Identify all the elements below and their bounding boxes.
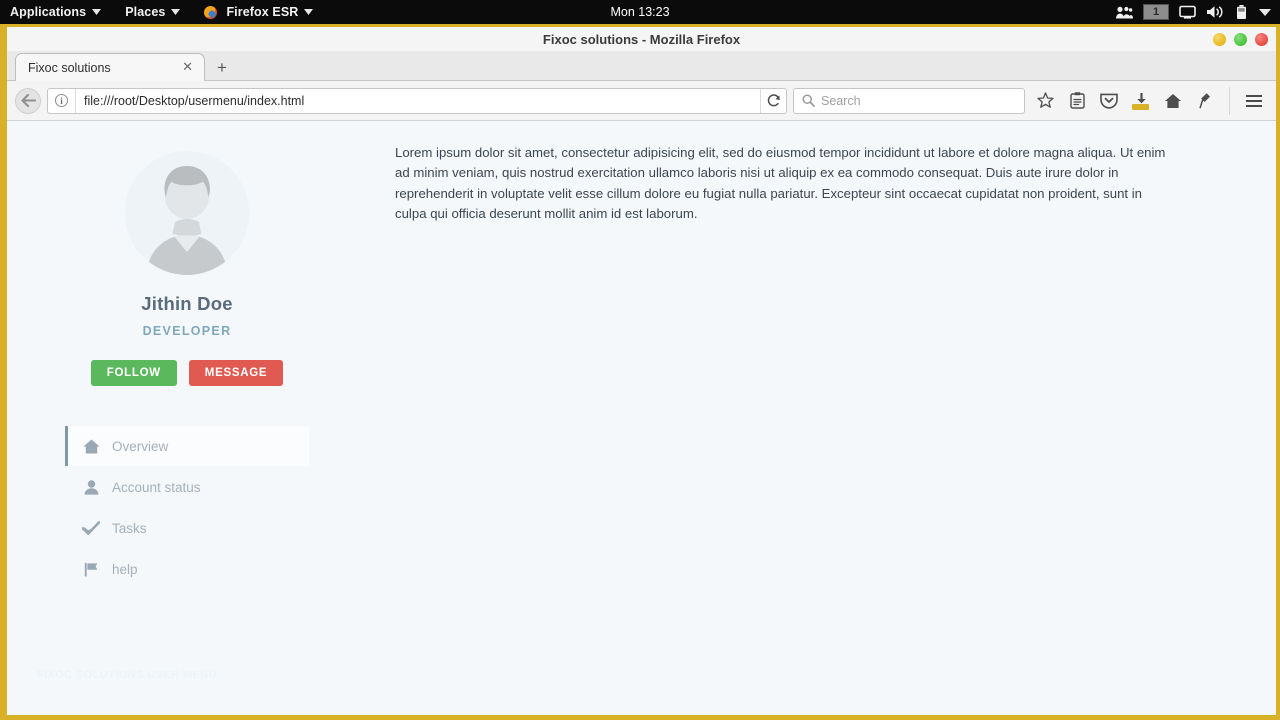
profile-name: Jithin Doe xyxy=(141,293,233,314)
firefox-esr-menu-label: Firefox ESR xyxy=(226,5,299,19)
menu-item-label: Tasks xyxy=(112,520,147,536)
chevron-down-icon xyxy=(304,9,314,15)
profile-column: Jithin Doe DEVELOPER FOLLOW MESSAGE Over… xyxy=(7,143,367,590)
close-button[interactable] xyxy=(1255,32,1268,46)
bookmark-star-icon[interactable] xyxy=(1031,87,1059,115)
flag-icon xyxy=(82,562,100,577)
chevron-down-icon xyxy=(171,9,181,15)
hamburger-icon[interactable] xyxy=(1229,86,1268,115)
window-inner: Fixoc solutions - Mozilla Firefox Fixoc … xyxy=(7,27,1276,715)
applications-menu[interactable]: Applications xyxy=(0,0,113,24)
back-button[interactable] xyxy=(15,87,41,114)
window-title: Fixoc solutions - Mozilla Firefox xyxy=(542,31,741,47)
tab-strip: Fixoc solutions ✕ + xyxy=(7,51,1276,81)
menu-item-overview[interactable]: Overview xyxy=(65,426,309,466)
menu-item-tasks[interactable]: Tasks xyxy=(65,508,309,548)
menu-item-account-status[interactable]: Account status xyxy=(65,467,309,507)
firefox-logo-icon xyxy=(204,5,218,19)
desktop-top-panel: Applications Places Firefox ESR Mon 13:2… xyxy=(0,0,1280,24)
menu-item-label: help xyxy=(112,561,138,577)
pocket-icon[interactable] xyxy=(1095,87,1123,115)
identity-box[interactable]: i xyxy=(48,88,76,113)
content-column: Lorem ipsum dolor sit amet, consectetur … xyxy=(367,143,1276,590)
check-icon xyxy=(82,521,100,535)
search-input[interactable]: Search xyxy=(793,87,1025,114)
plus-icon: + xyxy=(217,57,227,77)
menu-item-label: Account status xyxy=(112,479,201,495)
maximize-button[interactable] xyxy=(1234,32,1247,46)
profile-actions: FOLLOW MESSAGE xyxy=(90,360,284,386)
tab-title: Fixoc solutions xyxy=(28,60,111,75)
window-controls xyxy=(1213,27,1268,51)
system-tray: 1 xyxy=(1112,0,1276,24)
display-icon[interactable] xyxy=(1175,0,1200,24)
page-content: Jithin Doe DEVELOPER FOLLOW MESSAGE Over… xyxy=(7,121,1276,715)
home-icon xyxy=(82,439,100,454)
tab-fixoc-solutions[interactable]: Fixoc solutions ✕ xyxy=(15,53,205,81)
sync-pin-icon[interactable] xyxy=(1191,87,1219,115)
panel-menu-button[interactable] xyxy=(1254,0,1276,24)
new-tab-button[interactable]: + xyxy=(205,53,239,81)
page-watermark: FIXOC SOLUTIONS USER MENU xyxy=(37,669,217,681)
battery-icon[interactable] xyxy=(1230,0,1252,24)
arrow-left-icon xyxy=(20,94,36,107)
workspace-switcher[interactable]: 1 xyxy=(1139,0,1173,24)
chevron-down-icon xyxy=(92,9,102,15)
page-layout: Jithin Doe DEVELOPER FOLLOW MESSAGE Over… xyxy=(7,121,1276,590)
menu-item-help[interactable]: help xyxy=(65,549,309,589)
navigation-toolbar: i file:///root/Desktop/usermenu/index.ht… xyxy=(7,81,1276,121)
info-icon: i xyxy=(55,94,68,107)
bio-text: Lorem ipsum dolor sit amet, consectetur … xyxy=(395,145,1166,222)
applications-menu-label: Applications xyxy=(10,5,87,19)
home-icon[interactable] xyxy=(1159,87,1187,115)
firefox-esr-menu[interactable]: Firefox ESR xyxy=(192,0,325,24)
url-text[interactable]: file:///root/Desktop/usermenu/index.html xyxy=(76,94,760,108)
user-icon xyxy=(82,479,100,495)
reader-list-icon[interactable] xyxy=(1063,87,1091,115)
menu-item-label: Overview xyxy=(112,438,169,454)
follow-button[interactable]: FOLLOW xyxy=(90,360,177,386)
user-avatar-placeholder-icon xyxy=(125,151,249,275)
toolbar-icons xyxy=(1031,86,1268,115)
close-icon[interactable]: ✕ xyxy=(179,61,196,74)
minimize-button[interactable] xyxy=(1213,32,1226,46)
side-menu: Overview Account status Tasks help xyxy=(65,426,309,590)
profile-role: DEVELOPER xyxy=(142,324,232,338)
message-button[interactable]: MESSAGE xyxy=(188,360,284,386)
downloads-icon[interactable] xyxy=(1127,87,1155,115)
places-menu-label: Places xyxy=(125,5,166,19)
reload-icon[interactable] xyxy=(760,88,786,113)
places-menu[interactable]: Places xyxy=(113,0,192,24)
workspace-number: 1 xyxy=(1143,4,1169,20)
users-icon[interactable] xyxy=(1112,0,1137,24)
downloads-badge xyxy=(1132,103,1149,110)
volume-icon[interactable] xyxy=(1202,0,1228,24)
window-titlebar: Fixoc solutions - Mozilla Firefox xyxy=(7,27,1276,51)
search-placeholder: Search xyxy=(821,93,861,108)
url-bar[interactable]: i file:///root/Desktop/usermenu/index.ht… xyxy=(47,87,787,114)
firefox-window: Fixoc solutions - Mozilla Firefox Fixoc … xyxy=(0,24,1280,720)
search-icon xyxy=(802,94,815,107)
